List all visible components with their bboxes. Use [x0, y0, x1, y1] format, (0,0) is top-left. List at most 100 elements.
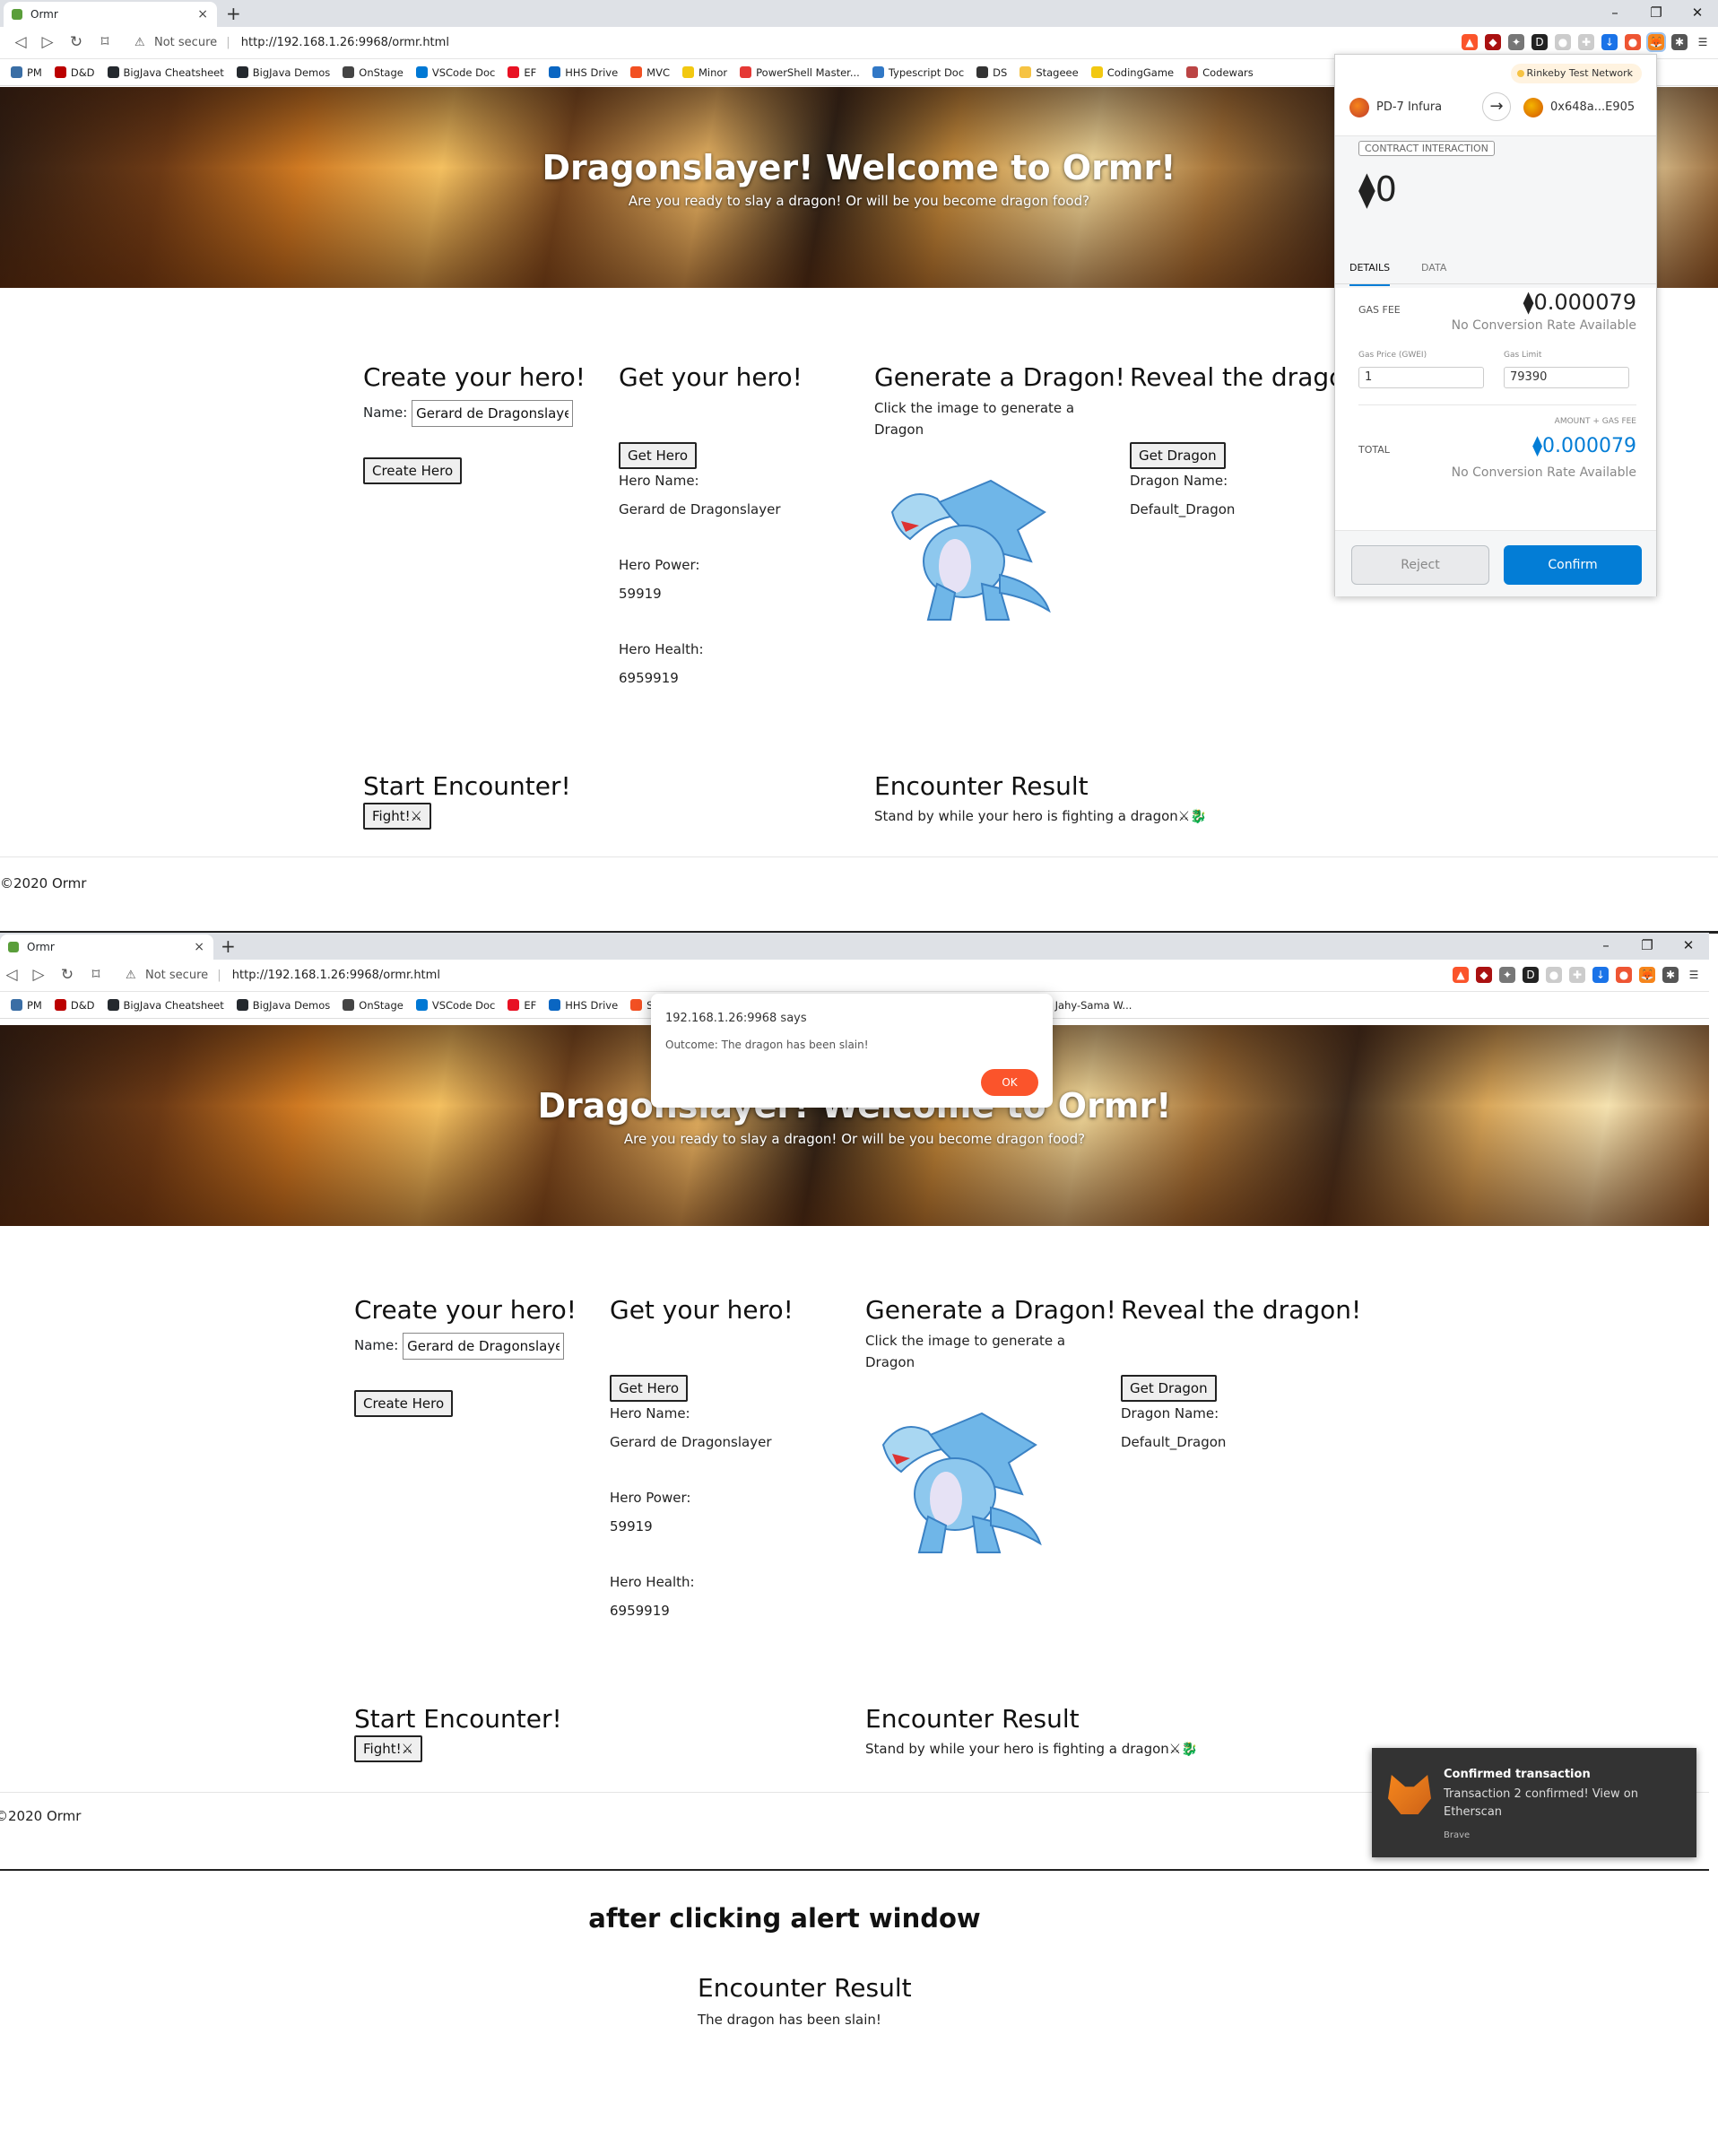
bookmark-item[interactable]: Typescript Doc: [872, 59, 964, 85]
puzzle-icon[interactable]: ✱: [1671, 34, 1688, 50]
forward-icon[interactable]: ▷: [38, 33, 57, 51]
bookmark-icon: [508, 999, 520, 1011]
tab-data[interactable]: DATA: [1421, 252, 1446, 284]
get-hero-button[interactable]: Get Hero: [610, 1375, 689, 1402]
color-picker-icon[interactable]: ●: [1616, 967, 1632, 983]
extension-icon[interactable]: ✦: [1508, 34, 1524, 50]
new-tab-button[interactable]: +: [221, 935, 236, 957]
back-icon[interactable]: ◁: [11, 33, 30, 51]
ublock-icon[interactable]: ◆: [1476, 967, 1492, 983]
create-hero-button[interactable]: Create Hero: [354, 1389, 454, 1417]
tab-details[interactable]: DETAILS: [1349, 252, 1391, 286]
dark-reader-icon[interactable]: D: [1531, 34, 1548, 50]
fight-button[interactable]: Fight!⚔: [354, 1735, 423, 1762]
extension-icon[interactable]: ✦: [1499, 967, 1515, 983]
download-icon[interactable]: ↓: [1592, 967, 1609, 983]
bookmark-item[interactable]: VSCode Doc: [415, 992, 495, 1018]
bookmark-icon: [630, 66, 643, 78]
reject-button[interactable]: Reject: [1351, 545, 1489, 585]
bookmark-item[interactable]: HHS Drive: [549, 59, 618, 85]
puzzle-icon[interactable]: ✱: [1662, 967, 1679, 983]
color-picker-icon[interactable]: ●: [1625, 34, 1641, 50]
alert-ok-button[interactable]: OK: [981, 1069, 1038, 1096]
hero-name-input[interactable]: [403, 1332, 565, 1360]
bookmark-item[interactable]: Minor: [681, 59, 727, 85]
close-window-button[interactable]: ✕: [1677, 0, 1718, 27]
metamask-fox-icon[interactable]: 🦊: [1639, 967, 1655, 983]
gas-limit-input[interactable]: 79390: [1504, 367, 1629, 388]
to-account: 0x648a...E905: [1523, 98, 1635, 117]
new-tab-button[interactable]: +: [226, 3, 241, 24]
bookmark-item[interactable]: PM: [11, 992, 42, 1018]
address-bar[interactable]: ⚠ Not secure | http://192.168.1.26:9968/…: [117, 963, 1368, 988]
dragon-image[interactable]: [874, 476, 1054, 629]
bookmark-item[interactable]: D&D: [54, 992, 95, 1018]
bookmark-item[interactable]: PowerShell Master...: [740, 59, 860, 85]
bookmark-item[interactable]: VSCode Doc: [415, 59, 495, 85]
bookmark-item[interactable]: EF: [508, 992, 536, 1018]
reload-icon[interactable]: ↻: [57, 966, 77, 984]
bookmark-item[interactable]: BigJava Cheatsheet: [107, 59, 224, 85]
reload-icon[interactable]: ↻: [66, 33, 86, 51]
ublock-icon[interactable]: ◆: [1485, 34, 1501, 50]
gas-price-label: Gas Price (GWEI): [1358, 351, 1427, 360]
bookmark-item[interactable]: D&D: [54, 59, 95, 85]
bookmark-item[interactable]: DS: [976, 59, 1007, 85]
dragon-image[interactable]: [865, 1409, 1045, 1561]
download-icon[interactable]: ↓: [1601, 34, 1618, 50]
tab-close-icon[interactable]: ×: [194, 935, 204, 960]
get-dragon-button[interactable]: Get Dragon: [1130, 442, 1226, 469]
bookmark-item[interactable]: BigJava Demos: [236, 59, 330, 85]
hero-name-label: Hero Name:: [619, 473, 699, 489]
gas-price-input[interactable]: 1: [1358, 367, 1484, 388]
create-hero-button[interactable]: Create Hero: [363, 456, 463, 484]
minimize-button[interactable]: –: [1594, 0, 1636, 27]
tab-close-icon[interactable]: ×: [197, 2, 208, 27]
maximize-button[interactable]: ❐: [1636, 0, 1677, 27]
reveal-dragon-section: Reveal the dragon! Get Dragon Dragon Nam…: [1121, 1295, 1361, 1450]
brave-shields-icon[interactable]: ▲: [1453, 967, 1469, 983]
extension-icon[interactable]: ✚: [1578, 34, 1594, 50]
bookmark-item[interactable]: OnStage: [343, 992, 403, 1018]
reveal-dragon-heading: Reveal the dragon: [1130, 362, 1361, 392]
brave-shields-icon[interactable]: ▲: [1462, 34, 1478, 50]
bookmark-item[interactable]: MVC: [630, 59, 670, 85]
get-hero-button[interactable]: Get Hero: [619, 442, 698, 469]
browser-tab[interactable]: Ormr ×: [0, 935, 213, 960]
notification-toast[interactable]: Confirmed transaction Transaction 2 conf…: [1372, 1748, 1696, 1857]
confirm-button[interactable]: Confirm: [1504, 545, 1642, 585]
bookmark-item[interactable]: Stageee: [1020, 59, 1079, 85]
metamask-fox-icon[interactable]: 🦊: [1646, 32, 1666, 52]
fight-button[interactable]: Fight!⚔: [363, 803, 432, 830]
dragon-name-label: Dragon Name:: [1121, 1405, 1219, 1421]
hero-name-input[interactable]: [412, 399, 574, 427]
bookmark-item[interactable]: EF: [508, 59, 536, 85]
close-window-button[interactable]: ✕: [1668, 933, 1709, 960]
extension-icon[interactable]: ✚: [1569, 967, 1585, 983]
address-bar[interactable]: ⚠ Not secure | http://192.168.1.26:9968/…: [126, 30, 1377, 56]
extension-icon[interactable]: ●: [1546, 967, 1562, 983]
bookmark-item[interactable]: PM: [11, 59, 42, 85]
network-badge[interactable]: Rinkeby Test Network: [1510, 64, 1642, 83]
menu-icon[interactable]: ☰: [1686, 967, 1702, 983]
bookmark-item[interactable]: OnStage: [343, 59, 403, 85]
menu-icon[interactable]: ☰: [1695, 34, 1711, 50]
bookmark-item[interactable]: BigJava Cheatsheet: [107, 992, 224, 1018]
get-hero-heading: Get your hero!: [610, 1295, 794, 1325]
minimize-button[interactable]: –: [1585, 933, 1627, 960]
hero-name-value: Gerard de Dragonslayer: [610, 1434, 772, 1450]
metamask-tabs: DETAILS DATA: [1335, 252, 1656, 286]
bookmark-item[interactable]: CodingGame: [1090, 59, 1174, 85]
bookmark-icon[interactable]: ⌑: [95, 33, 115, 51]
get-dragon-button[interactable]: Get Dragon: [1121, 1375, 1217, 1402]
bookmark-item[interactable]: Codewars: [1186, 59, 1254, 85]
bookmark-item[interactable]: BigJava Demos: [236, 992, 330, 1018]
dark-reader-icon[interactable]: D: [1523, 967, 1539, 983]
forward-icon[interactable]: ▷: [29, 966, 48, 984]
bookmark-item[interactable]: HHS Drive: [549, 992, 618, 1018]
browser-tab[interactable]: Ormr ×: [4, 2, 217, 27]
extension-icon[interactable]: ●: [1555, 34, 1571, 50]
bookmark-icon[interactable]: ⌑: [86, 966, 106, 984]
back-icon[interactable]: ◁: [2, 966, 22, 984]
maximize-button[interactable]: ❐: [1627, 933, 1668, 960]
